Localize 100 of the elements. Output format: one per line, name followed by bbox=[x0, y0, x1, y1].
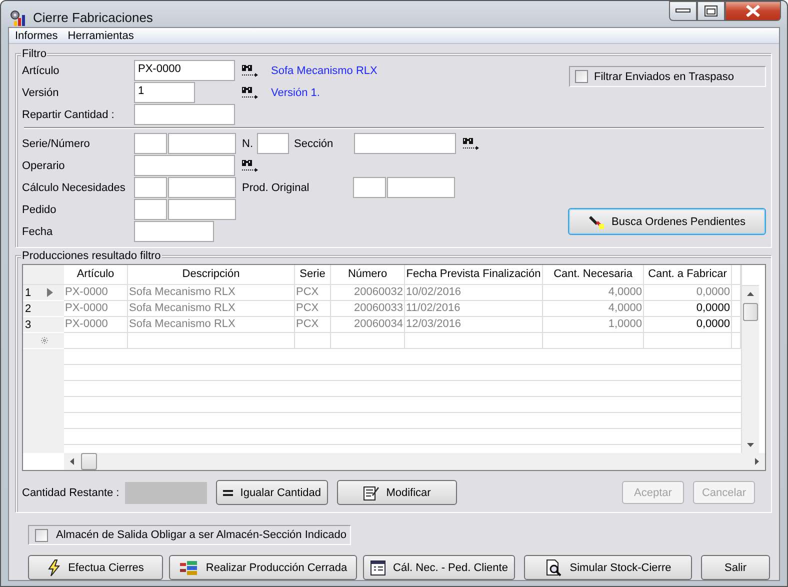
text-field[interactable] bbox=[134, 221, 214, 242]
text-field[interactable] bbox=[168, 177, 236, 198]
row-number: 1 bbox=[25, 286, 31, 298]
row-number: 2 bbox=[25, 302, 31, 314]
minimize-button[interactable] bbox=[669, 1, 697, 21]
horizontal-scrollbar[interactable] bbox=[64, 453, 765, 470]
checkbox[interactable] bbox=[35, 528, 48, 542]
row-header[interactable]: 2 bbox=[23, 301, 64, 317]
field-label: Repartir Cantidad : bbox=[22, 108, 116, 120]
table-cell: 20060034 bbox=[331, 317, 405, 333]
checkbox-label: Almacén de Salida Obligar a ser Almacén-Sección Indicado bbox=[56, 529, 346, 541]
field-label: N. bbox=[242, 138, 254, 150]
binoculars-icon[interactable] bbox=[241, 86, 259, 100]
group-title: Producciones resultado filtro bbox=[21, 250, 162, 262]
table-cell: PX-0000 bbox=[64, 285, 128, 301]
row-number: 3 bbox=[25, 318, 31, 330]
text-field[interactable] bbox=[168, 133, 236, 154]
scroll-thumb[interactable] bbox=[743, 303, 758, 321]
table-cell: PCX bbox=[295, 285, 331, 301]
table-cell: PCX bbox=[295, 301, 331, 317]
scroll-thumb[interactable] bbox=[81, 453, 97, 470]
table-cell: 4,0000 bbox=[543, 301, 644, 317]
article-description: Sofa Mecanismo RLX bbox=[271, 64, 378, 76]
table-cell: 0,0000 bbox=[644, 317, 732, 333]
field-label: Versión bbox=[22, 86, 60, 98]
field-label: Prod. Original bbox=[242, 182, 310, 194]
field-label: Cantidad Restante : bbox=[22, 486, 116, 498]
blocks-icon bbox=[178, 560, 199, 576]
toolbar-button[interactable]: Cál. Nec. - Ped. Cliente bbox=[363, 555, 515, 580]
row-header[interactable]: 3 bbox=[23, 317, 64, 333]
table-cell: 20060033 bbox=[331, 301, 405, 317]
document-search-icon bbox=[544, 558, 563, 576]
row-header[interactable] bbox=[23, 333, 64, 349]
notepad-icon bbox=[363, 484, 380, 500]
text-field[interactable] bbox=[134, 177, 167, 198]
window-title: Cierre Fabricaciones bbox=[33, 10, 153, 25]
window-icon bbox=[370, 560, 386, 576]
grid-corner bbox=[23, 265, 64, 285]
toolbar-button[interactable]: Efectua Cierres bbox=[28, 555, 163, 580]
table-cell: 20060032 bbox=[331, 285, 405, 301]
table-cell: 11/02/2016 bbox=[405, 301, 543, 317]
field-label: Operario bbox=[22, 160, 66, 172]
maximize-button[interactable] bbox=[697, 1, 725, 21]
text-field[interactable] bbox=[134, 133, 167, 154]
close-icon bbox=[745, 4, 761, 18]
row-header[interactable]: 1 bbox=[23, 285, 64, 301]
column-header[interactable]: Cant. Necesaria bbox=[543, 265, 644, 285]
binoculars-icon[interactable] bbox=[241, 64, 259, 78]
table-cell: 0,0000 bbox=[644, 301, 732, 317]
table-cell: Sofa Mecanismo RLX bbox=[128, 301, 295, 317]
text-field[interactable] bbox=[387, 177, 455, 198]
text-field[interactable] bbox=[257, 133, 289, 154]
text-field[interactable] bbox=[354, 133, 456, 154]
column-header[interactable]: Artículo bbox=[64, 265, 128, 285]
toolbar-button[interactable]: Salir bbox=[701, 555, 770, 580]
field-label: Serie/Número bbox=[22, 138, 91, 150]
field-label: Artículo bbox=[22, 64, 60, 76]
table-cell: PX-0000 bbox=[64, 301, 128, 317]
text-field[interactable] bbox=[168, 199, 236, 220]
text-field[interactable] bbox=[353, 177, 386, 198]
field-label: Pedido bbox=[22, 204, 58, 216]
binoculars-icon[interactable] bbox=[462, 136, 480, 150]
toolbar-button[interactable]: Simular Stock-Cierre bbox=[524, 555, 692, 580]
toolbar-button[interactable]: Realizar Producción Cerrada bbox=[169, 555, 357, 580]
column-header[interactable]: Fecha Prevista Finalización bbox=[405, 265, 543, 285]
menu-item[interactable]: Informes bbox=[15, 30, 58, 42]
table-cell: 1,0000 bbox=[543, 317, 644, 333]
close-button[interactable] bbox=[725, 1, 781, 21]
equals-icon bbox=[223, 488, 234, 498]
menu-item[interactable]: Herramientas bbox=[68, 30, 134, 42]
text-field[interactable]: 1 bbox=[134, 82, 195, 103]
action-button[interactable]: Modificar bbox=[337, 480, 457, 505]
table-cell: PX-0000 bbox=[64, 317, 128, 333]
minimize-icon bbox=[675, 8, 691, 14]
table-cell: Sofa Mecanismo RLX bbox=[128, 317, 295, 333]
text-field[interactable]: PX-0000 bbox=[134, 60, 235, 81]
column-header[interactable]: Número bbox=[331, 265, 405, 285]
column-header[interactable]: Cant. a Fabricar bbox=[644, 265, 732, 285]
field-label: Cálculo Necesidades bbox=[22, 182, 126, 194]
group-title: Filtro bbox=[21, 48, 48, 60]
column-header[interactable]: Serie bbox=[295, 265, 331, 285]
field-label: Fecha bbox=[22, 226, 54, 238]
table-cell: 12/03/2016 bbox=[405, 317, 543, 333]
checkbox-label: Filtrar Enviados en Traspaso bbox=[594, 70, 734, 82]
brush-icon bbox=[588, 214, 605, 230]
checkbox[interactable] bbox=[575, 70, 588, 83]
vertical-scrollbar[interactable] bbox=[741, 265, 759, 453]
binoculars-icon[interactable] bbox=[241, 158, 259, 172]
text-field[interactable] bbox=[134, 155, 235, 176]
lightning-icon bbox=[47, 558, 62, 576]
field-label: Sección bbox=[294, 138, 334, 150]
action-button[interactable]: Igualar Cantidad bbox=[216, 480, 328, 505]
table-cell: 10/02/2016 bbox=[405, 285, 543, 301]
column-header[interactable]: Descripción bbox=[128, 265, 295, 285]
text-field[interactable] bbox=[134, 199, 167, 220]
version-description: Versión 1. bbox=[271, 86, 320, 98]
table-cell: 4,0000 bbox=[543, 285, 644, 301]
search-orders-button[interactable]: Busca Ordenes Pendientes bbox=[568, 208, 766, 235]
text-field[interactable] bbox=[134, 104, 235, 125]
maximize-icon bbox=[704, 5, 718, 17]
